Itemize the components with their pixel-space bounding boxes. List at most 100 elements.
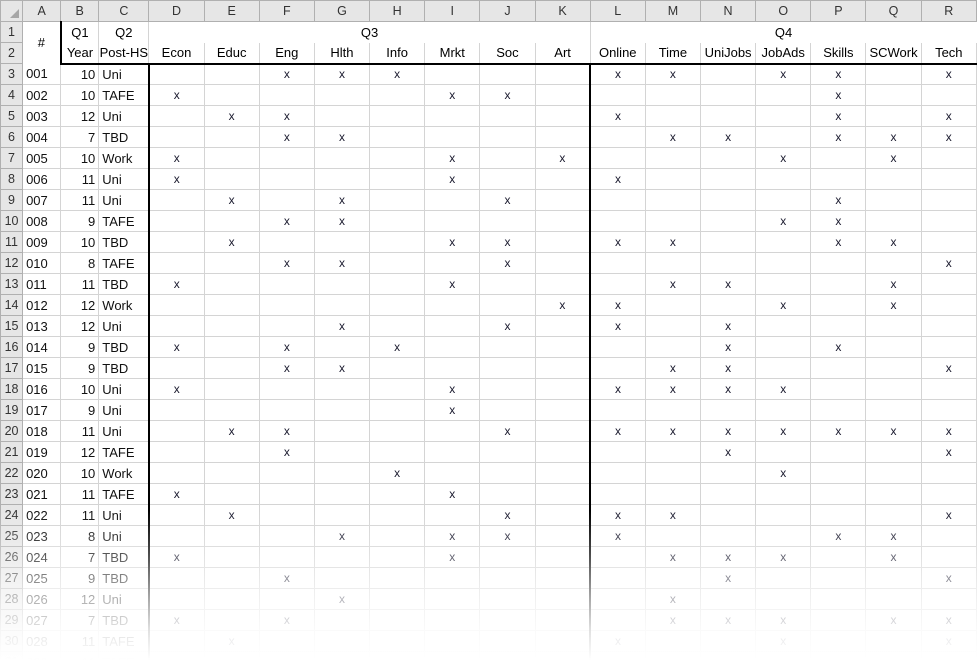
cell-posths[interactable]: Uni xyxy=(98,588,150,610)
cell-time[interactable]: x xyxy=(645,588,701,610)
cell-econ[interactable]: x xyxy=(148,609,205,631)
cell-info[interactable] xyxy=(369,483,426,505)
row-header-30[interactable]: 30 xyxy=(0,630,24,652)
cell-tech[interactable] xyxy=(921,336,977,358)
cell-id[interactable]: 021 xyxy=(22,483,62,505)
row-header-28[interactable]: 28 xyxy=(0,588,24,610)
column-header-N[interactable]: N xyxy=(699,0,757,22)
cell-art[interactable]: x xyxy=(535,147,592,169)
cell-art[interactable] xyxy=(535,546,592,568)
row-header-1[interactable]: 1 xyxy=(0,21,24,43)
cell-scwork[interactable] xyxy=(865,84,922,106)
cell-skills[interactable] xyxy=(810,357,867,379)
cell-jobads[interactable]: x xyxy=(755,609,812,631)
row-header-7[interactable]: 7 xyxy=(0,147,24,169)
row-header-16[interactable]: 16 xyxy=(0,336,24,358)
cell-unijobs[interactable]: x xyxy=(700,609,757,631)
cell-unijobs[interactable] xyxy=(700,504,757,526)
cell-posths[interactable]: Work xyxy=(98,294,150,316)
cell-soc[interactable] xyxy=(479,609,536,631)
cell-eng[interactable]: x xyxy=(259,609,315,631)
cell-scwork[interactable] xyxy=(865,210,922,232)
cell-eng[interactable] xyxy=(259,504,315,526)
cell-scwork[interactable] xyxy=(865,483,922,505)
cell-skills[interactable]: x xyxy=(810,126,867,148)
cell-educ[interactable] xyxy=(204,126,260,148)
cell-art[interactable] xyxy=(535,609,592,631)
cell-hlth[interactable]: x xyxy=(314,126,371,148)
cell-soc[interactable]: x xyxy=(479,84,536,106)
cell-year[interactable]: 12 xyxy=(60,441,100,463)
cell-educ[interactable] xyxy=(204,483,260,505)
cell-scwork[interactable] xyxy=(865,252,922,274)
column-header-F[interactable]: F xyxy=(258,0,315,22)
cell-online[interactable] xyxy=(590,189,646,211)
cell-tech[interactable]: x xyxy=(921,630,977,652)
cell-scwork[interactable] xyxy=(865,630,922,652)
cell-art[interactable] xyxy=(535,504,592,526)
cell-eng[interactable] xyxy=(259,147,315,169)
cell-hlth[interactable] xyxy=(314,630,371,652)
table-row[interactable]: 9 007 11 Uni x x x x xyxy=(0,189,977,211)
cell-eng[interactable] xyxy=(259,546,315,568)
cell-id[interactable]: 026 xyxy=(22,588,62,610)
cell-econ[interactable]: x xyxy=(148,483,205,505)
cell-skills[interactable] xyxy=(810,378,867,400)
cell-scwork[interactable] xyxy=(865,336,922,358)
cell-hlth[interactable] xyxy=(314,546,371,568)
cell-educ[interactable] xyxy=(204,315,260,337)
table-row[interactable]: 30 028 11 TAFE x x x x xyxy=(0,630,977,652)
cell-online[interactable] xyxy=(590,399,646,421)
cell-econ[interactable]: x xyxy=(148,546,205,568)
cell-mrkt[interactable]: x xyxy=(424,168,481,190)
column-header-A[interactable]: A xyxy=(22,0,62,22)
row-header-12[interactable]: 12 xyxy=(0,252,24,274)
cell-econ[interactable] xyxy=(148,567,205,589)
cell-educ[interactable] xyxy=(204,546,260,568)
cell-tech[interactable]: x xyxy=(921,63,977,85)
cell-scwork[interactable] xyxy=(865,189,922,211)
cell-mrkt[interactable] xyxy=(424,189,481,211)
cell-hlth[interactable]: x xyxy=(314,210,371,232)
cell-scwork[interactable] xyxy=(865,567,922,589)
cell-scwork[interactable]: x xyxy=(865,231,922,253)
cell-info[interactable] xyxy=(369,252,426,274)
cell-soc[interactable] xyxy=(479,294,536,316)
cell-educ[interactable]: x xyxy=(204,504,260,526)
cell-hlth[interactable] xyxy=(314,420,371,442)
table-row[interactable]: 18 016 10 Uni x x x x x x xyxy=(0,378,977,400)
cell-hlth[interactable] xyxy=(314,504,371,526)
cell-online[interactable] xyxy=(590,609,646,631)
row-header-18[interactable]: 18 xyxy=(0,378,24,400)
cell-eng[interactable]: x xyxy=(259,63,315,85)
row-header-19[interactable]: 19 xyxy=(0,399,24,421)
column-header-G[interactable]: G xyxy=(313,0,371,22)
cell-posths[interactable]: TAFE xyxy=(98,210,150,232)
cell-soc[interactable]: x xyxy=(479,504,536,526)
cell-info[interactable] xyxy=(369,504,426,526)
cell-eng[interactable]: x xyxy=(259,567,315,589)
cell-year[interactable]: 12 xyxy=(60,105,100,127)
cell-skills[interactable]: x xyxy=(810,84,867,106)
cell-mrkt[interactable] xyxy=(424,588,481,610)
spreadsheet-viewport[interactable]: ABCDEFGHIJKLMNOPQR 1 # Q1 Q2 Q3 Q4 2 Year Post-H… xyxy=(0,0,977,660)
cell-art[interactable] xyxy=(535,273,592,295)
table-row[interactable]: 4 002 10 TAFE x x x x xyxy=(0,84,977,106)
cell-soc[interactable] xyxy=(479,210,536,232)
cell-tech[interactable] xyxy=(921,546,977,568)
cell-posths[interactable]: TAFE xyxy=(98,483,150,505)
cell-skills[interactable] xyxy=(810,273,867,295)
cell-art[interactable] xyxy=(535,651,592,660)
cell-time[interactable] xyxy=(645,315,701,337)
cell-time[interactable]: x xyxy=(645,273,701,295)
cell-info[interactable] xyxy=(369,294,426,316)
cell-scwork[interactable]: x xyxy=(865,525,922,547)
cell-educ[interactable] xyxy=(204,651,260,660)
cell-mrkt[interactable]: x xyxy=(424,84,481,106)
column-header-D[interactable]: D xyxy=(148,0,205,22)
cell-posths[interactable]: TBD xyxy=(98,609,150,631)
cell-online[interactable]: x xyxy=(590,504,646,526)
cell-id[interactable]: 025 xyxy=(22,567,62,589)
cell-id[interactable]: 024 xyxy=(22,546,62,568)
cell-econ[interactable]: x xyxy=(148,84,205,106)
